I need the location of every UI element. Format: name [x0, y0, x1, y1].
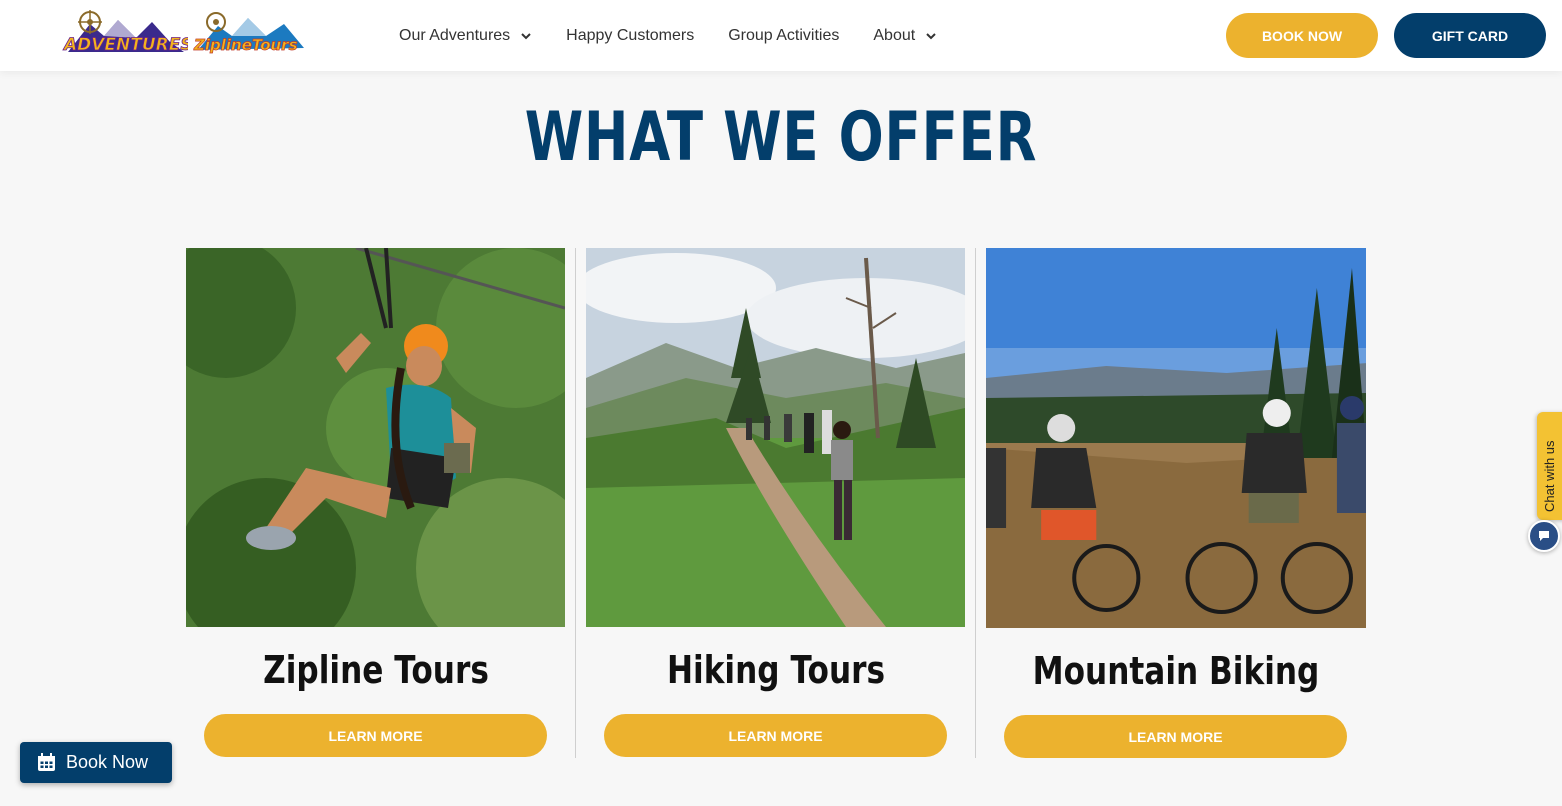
- card-title: Mountain Biking: [1032, 649, 1320, 693]
- svg-text:ADVENTURES: ADVENTURES: [62, 35, 188, 55]
- svg-text:ZiplineTours: ZiplineTours: [193, 36, 298, 54]
- chat-tab-label: Chat with us: [1542, 440, 1557, 512]
- chat-icon: [1539, 531, 1549, 541]
- chat-with-us-tab[interactable]: Chat with us: [1537, 412, 1562, 520]
- learn-more-button[interactable]: LEARN MORE: [604, 714, 947, 757]
- site-header: ADVENTURES ZiplineTours Our Adventures H…: [0, 0, 1562, 71]
- denver-adventures-logo[interactable]: ADVENTURES: [60, 8, 188, 62]
- nav-item-label: Group Activities: [728, 27, 840, 44]
- column-divider: [975, 248, 976, 758]
- calendar-icon: [38, 753, 55, 771]
- denver-zipline-tours-logo[interactable]: ZiplineTours: [192, 8, 306, 62]
- floating-book-now-label: Book Now: [66, 752, 149, 772]
- column-divider: [575, 248, 576, 758]
- main-nav: Our Adventures Happy Customers Group Act…: [399, 24, 971, 48]
- book-now-button[interactable]: BOOK NOW: [1226, 13, 1378, 58]
- learn-more-button[interactable]: LEARN MORE: [1004, 715, 1347, 758]
- nav-item-label: Our Adventures: [399, 27, 511, 44]
- offer-card-hiking: Hiking Tours LEARN MORE: [586, 248, 966, 757]
- logo-group[interactable]: ADVENTURES ZiplineTours: [60, 8, 310, 62]
- zipline-rider-photo[interactable]: [186, 248, 565, 627]
- card-title: Hiking Tours: [666, 648, 886, 692]
- chevron-down-icon: [521, 33, 531, 40]
- learn-more-button[interactable]: LEARN MORE: [204, 714, 547, 757]
- chevron-down-icon: [926, 33, 936, 40]
- chat-bubble-icon[interactable]: [1528, 520, 1560, 552]
- nav-item-happy-customers[interactable]: Happy Customers: [566, 27, 694, 45]
- hikers-on-trail-photo[interactable]: [586, 248, 965, 627]
- card-title: Zipline Tours: [263, 648, 489, 692]
- nav-item-label: Happy Customers: [566, 27, 695, 44]
- nav-item-group-activities[interactable]: Group Activities: [728, 27, 839, 45]
- section-title: WHAT WE OFFER: [524, 98, 1038, 177]
- nav-item-our-adventures[interactable]: Our Adventures: [399, 27, 532, 45]
- mountain-bikers-photo[interactable]: [986, 248, 1366, 628]
- offer-card-mountain-biking: Mountain Biking LEARN MORE: [986, 248, 1366, 758]
- gift-card-button[interactable]: GIFT CARD: [1394, 13, 1546, 58]
- offer-card-zipline: Zipline Tours LEARN MORE: [186, 248, 566, 757]
- nav-item-label: About: [873, 27, 916, 44]
- floating-book-now-button[interactable]: Book Now: [20, 742, 172, 783]
- nav-item-about[interactable]: About: [873, 27, 937, 45]
